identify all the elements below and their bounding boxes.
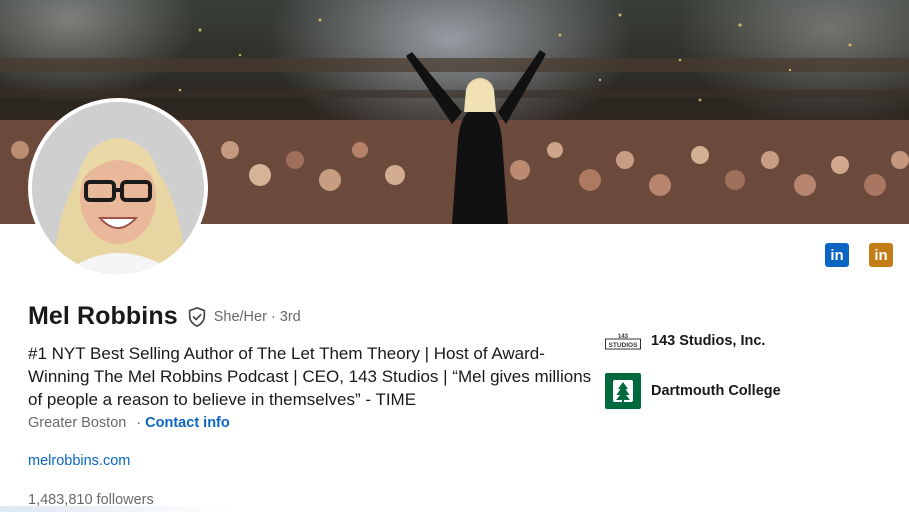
avatar-image [32,102,204,274]
name-row: Mel Robbins She/Her · 3rd [28,302,301,331]
location-row: Greater Boston · Contact info [28,415,230,431]
linkedin-icon[interactable]: in [825,243,849,267]
143-studios-logo: 143 STUDIOS [605,327,641,355]
organizations-list: 143 STUDIOS 143 Studios, Inc. Dartmouth … [605,327,781,409]
verified-shield-icon[interactable] [186,306,208,328]
profile-name: Mel Robbins [28,302,178,330]
pronouns: She/Her [213,308,267,325]
bottom-strip [0,506,230,512]
svg-text:143: 143 [618,334,629,340]
org-name: Dartmouth College [651,383,781,399]
profile-headline: #1 NYT Best Selling Author of The Let Th… [28,344,592,409]
separator-dot: · [136,415,142,431]
linkedin-icon[interactable]: in [869,243,893,267]
connection-degree: 3rd [279,308,301,325]
dartmouth-pine-logo [605,373,641,409]
org-dartmouth[interactable]: Dartmouth College [605,373,781,409]
svg-text:STUDIOS: STUDIOS [609,342,639,349]
separator-dot: · [270,308,276,325]
org-143-studios[interactable]: 143 STUDIOS 143 Studios, Inc. [605,327,781,355]
profile-photo[interactable] [28,98,208,278]
website-link[interactable]: melrobbins.com [28,453,130,469]
contact-info-link[interactable]: Contact info [145,415,230,431]
location-text: Greater Boston [28,415,127,431]
org-name: 143 Studios, Inc. [651,333,766,349]
header-actions: in in [825,243,893,267]
